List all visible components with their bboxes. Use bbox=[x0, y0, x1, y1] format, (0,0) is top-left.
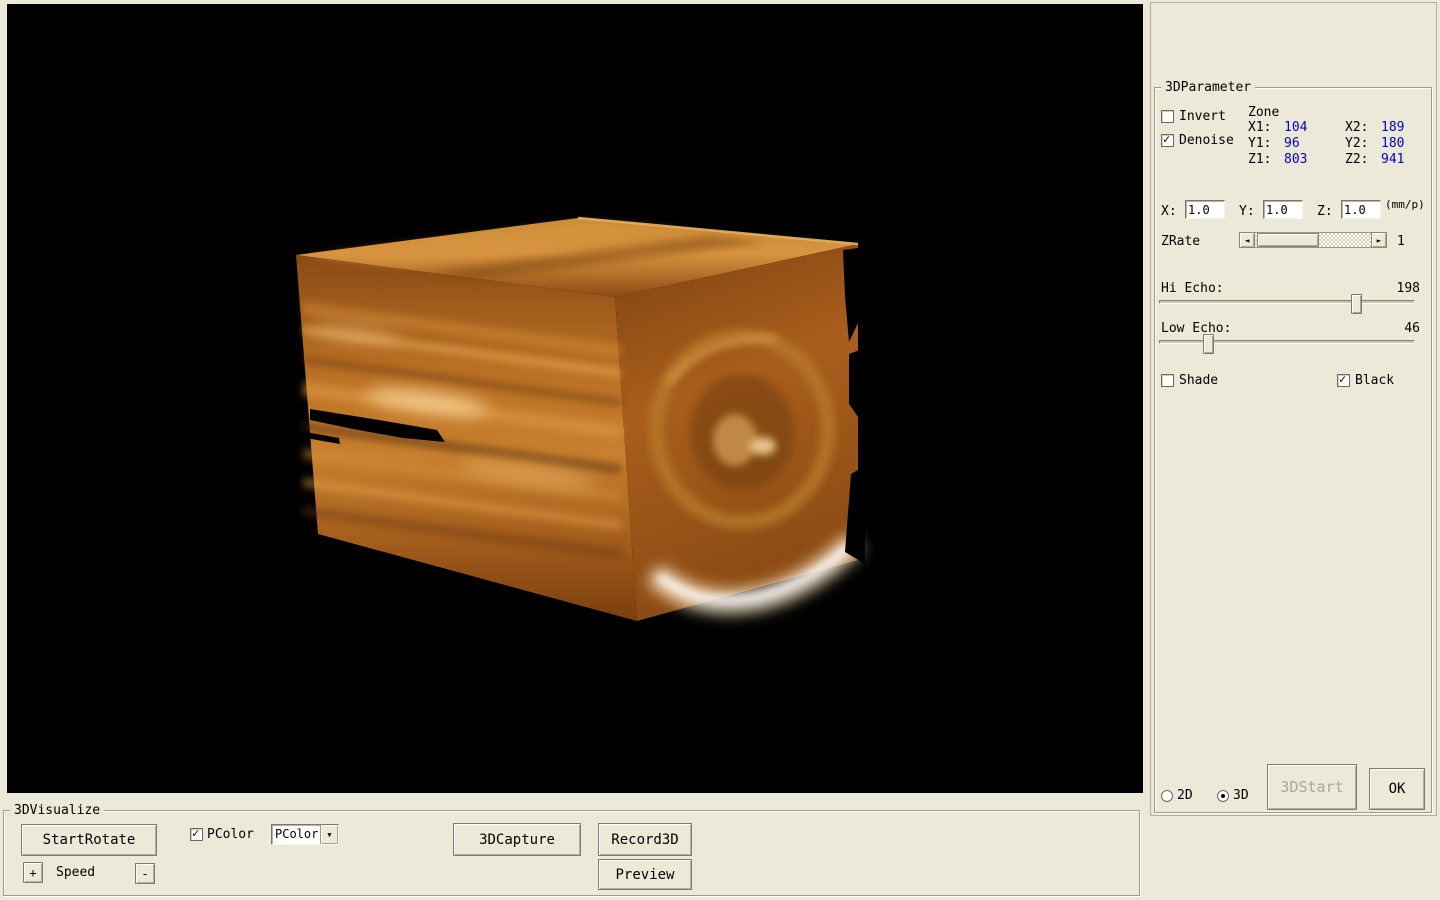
zrate-scrollbar-thumb[interactable] bbox=[1257, 233, 1319, 247]
zrate-scrollbar[interactable]: ◄ ► bbox=[1239, 232, 1387, 248]
mode-2d-radio[interactable] bbox=[1161, 790, 1173, 802]
low-echo-label: Low Echo: bbox=[1161, 321, 1231, 336]
parameter-panel: 3DParameter Invert Denoise Zone X1: 104 … bbox=[1150, 2, 1437, 816]
visualize-groupbox: 3DVisualize StartRotate PColor PColor ▼ … bbox=[3, 810, 1140, 896]
zrate-arrow-left-icon[interactable]: ◄ bbox=[1239, 232, 1255, 248]
ultrasound-volume-render bbox=[7, 4, 1143, 793]
mode-2d-label: 2D bbox=[1177, 788, 1193, 803]
black-label: Black bbox=[1355, 373, 1394, 388]
zone-x1-label: X1: bbox=[1248, 120, 1271, 135]
zrate-scrollbar-track[interactable] bbox=[1255, 232, 1371, 248]
pcolor-dropdown-value: PColor bbox=[272, 825, 320, 844]
x-scale-input[interactable] bbox=[1185, 200, 1225, 219]
capture-3d-button[interactable]: 3DCapture bbox=[453, 823, 581, 856]
speed-minus-button[interactable]: - bbox=[135, 863, 155, 884]
zone-y1-label: Y1: bbox=[1248, 136, 1271, 151]
pcolor-dropdown[interactable]: PColor ▼ bbox=[271, 824, 339, 845]
app-window: 3DParameter Invert Denoise Zone X1: 104 … bbox=[0, 0, 1440, 900]
x-scale-label: X: bbox=[1161, 204, 1177, 219]
hi-echo-value: 198 bbox=[1355, 281, 1420, 296]
zone-y2-label: Y2: bbox=[1345, 136, 1368, 151]
denoise-checkbox[interactable] bbox=[1161, 134, 1174, 147]
dropdown-arrow-icon[interactable]: ▼ bbox=[320, 825, 338, 844]
low-echo-slider-track[interactable] bbox=[1159, 340, 1415, 344]
hi-echo-slider-track[interactable] bbox=[1159, 300, 1415, 304]
zone-z1-value: 803 bbox=[1284, 152, 1307, 167]
visualize-group-title: 3DVisualize bbox=[10, 803, 104, 819]
start-rotate-button[interactable]: StartRotate bbox=[21, 824, 157, 856]
black-checkbox[interactable] bbox=[1337, 374, 1350, 387]
zone-z1-label: Z1: bbox=[1248, 152, 1271, 167]
invert-label: Invert bbox=[1179, 109, 1226, 124]
zone-title: Zone bbox=[1248, 105, 1279, 120]
zone-z2-value: 941 bbox=[1381, 152, 1404, 167]
viewport-3d[interactable] bbox=[7, 4, 1143, 793]
zone-x1-value: 104 bbox=[1284, 120, 1307, 135]
hi-echo-label: Hi Echo: bbox=[1161, 281, 1224, 296]
zone-x2-value: 189 bbox=[1381, 120, 1404, 135]
start-3d-button[interactable]: 3DStart bbox=[1267, 764, 1357, 810]
parameter-group-title: 3DParameter bbox=[1161, 80, 1255, 96]
pcolor-checkbox[interactable] bbox=[190, 828, 203, 841]
parameter-groupbox: 3DParameter Invert Denoise Zone X1: 104 … bbox=[1154, 87, 1432, 813]
low-echo-value: 46 bbox=[1355, 321, 1420, 336]
zone-z2-label: Z2: bbox=[1345, 152, 1368, 167]
zrate-label: ZRate bbox=[1161, 234, 1200, 249]
y-scale-label: Y: bbox=[1239, 204, 1255, 219]
record-3d-button[interactable]: Record3D bbox=[598, 823, 692, 856]
invert-checkbox[interactable] bbox=[1161, 110, 1174, 123]
speed-plus-button[interactable]: + bbox=[23, 862, 43, 883]
zrate-arrow-right-icon[interactable]: ► bbox=[1371, 232, 1387, 248]
pcolor-label: PColor bbox=[207, 827, 254, 842]
zrate-value: 1 bbox=[1397, 234, 1405, 249]
denoise-label: Denoise bbox=[1179, 133, 1234, 148]
y-scale-input[interactable] bbox=[1263, 200, 1303, 219]
shade-label: Shade bbox=[1179, 373, 1218, 388]
zone-y1-value: 96 bbox=[1284, 136, 1300, 151]
speed-label: Speed bbox=[56, 865, 95, 880]
zone-y2-value: 180 bbox=[1381, 136, 1404, 151]
z-scale-input[interactable] bbox=[1341, 200, 1381, 219]
low-echo-slider-thumb[interactable] bbox=[1203, 334, 1214, 354]
preview-button[interactable]: Preview bbox=[598, 859, 692, 890]
scale-unit-label: (mm/p) bbox=[1385, 197, 1425, 212]
mode-3d-radio[interactable] bbox=[1217, 790, 1229, 802]
z-scale-label: Z: bbox=[1317, 204, 1333, 219]
zone-x2-label: X2: bbox=[1345, 120, 1368, 135]
shade-checkbox[interactable] bbox=[1161, 374, 1174, 387]
mode-3d-label: 3D bbox=[1233, 788, 1249, 803]
hi-echo-slider-thumb[interactable] bbox=[1351, 294, 1362, 314]
ok-button[interactable]: OK bbox=[1369, 768, 1425, 810]
